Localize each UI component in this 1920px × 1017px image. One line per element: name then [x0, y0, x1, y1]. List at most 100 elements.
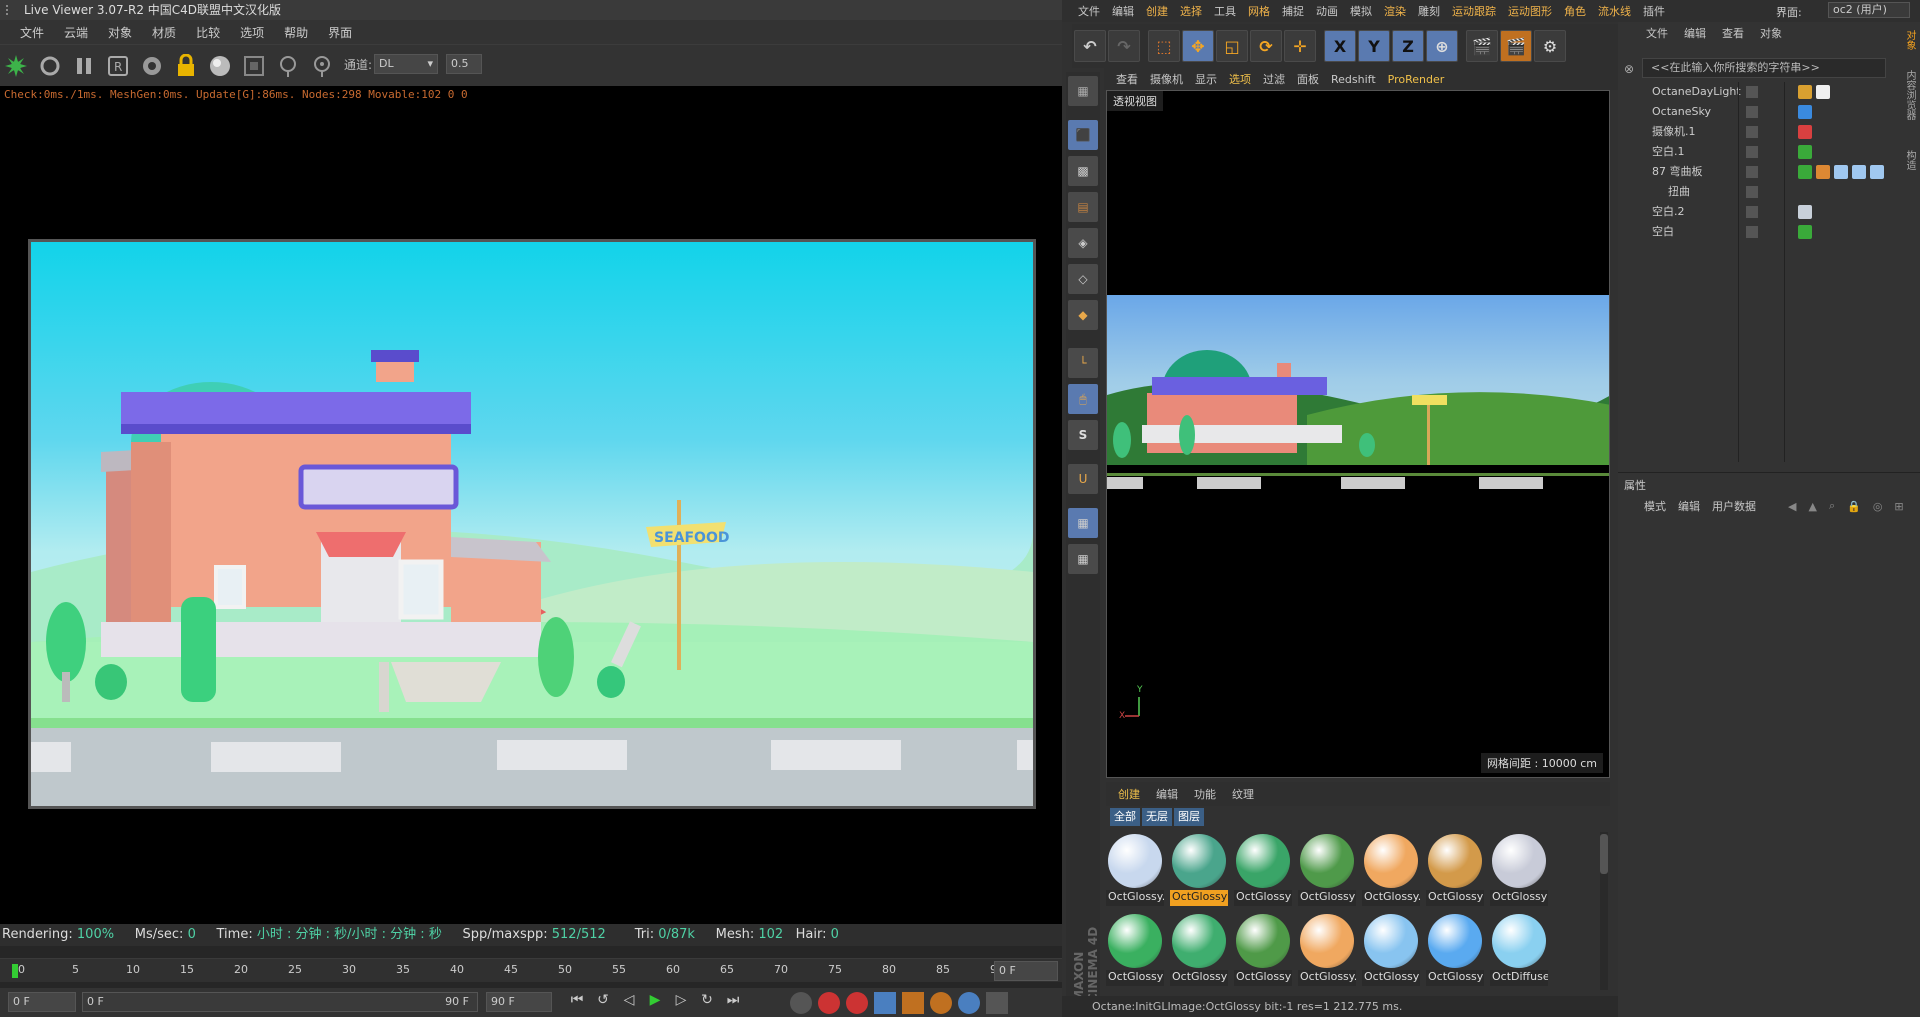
- object-row[interactable]: 摄像机.1: [1618, 122, 1920, 142]
- focus-pin-icon[interactable]: [310, 54, 334, 78]
- side-tab-structure[interactable]: 构造: [1902, 150, 1917, 190]
- settings-gear-icon[interactable]: [140, 54, 164, 78]
- material-swatch[interactable]: OctDiffuse: [1490, 912, 1548, 988]
- motion-record-icon[interactable]: [790, 992, 812, 1014]
- attr-menu-edit[interactable]: 编辑: [1672, 498, 1706, 514]
- visibility-toggle-icon[interactable]: [1746, 126, 1758, 138]
- redo-icon[interactable]: ↷: [1108, 30, 1140, 62]
- filter-no-layer-tab[interactable]: 无层: [1142, 808, 1172, 826]
- om-menu-file[interactable]: 文件: [1638, 25, 1676, 41]
- layout-select[interactable]: oc2 (用户): [1828, 2, 1910, 18]
- step-forward-icon[interactable]: ▷: [670, 992, 692, 1014]
- c4d-menu-sculpt[interactable]: 雕刻: [1412, 3, 1446, 19]
- material-ball-icon[interactable]: [208, 54, 232, 78]
- x-axis-button[interactable]: X: [1324, 30, 1356, 62]
- scale-tool-icon[interactable]: ◱: [1216, 30, 1248, 62]
- texture-mode-icon[interactable]: ▩: [1068, 156, 1098, 186]
- om-menu-view[interactable]: 查看: [1714, 25, 1752, 41]
- goto-start-icon[interactable]: ⏮: [566, 992, 588, 1014]
- lock-icon[interactable]: [174, 53, 198, 78]
- record-key-icon[interactable]: [818, 992, 840, 1014]
- material-swatch[interactable]: OctGlossy.: [1362, 832, 1420, 908]
- frame-icon[interactable]: [242, 54, 266, 78]
- c4d-menu-file[interactable]: 文件: [1072, 3, 1106, 19]
- lv-menu-material[interactable]: 材质: [144, 24, 184, 41]
- object-tag-icon[interactable]: [1798, 125, 1812, 139]
- c4d-menu-pipeline[interactable]: 流水线: [1592, 3, 1637, 19]
- vp-menu-options[interactable]: 选项: [1223, 71, 1257, 87]
- material-swatch[interactable]: OctGlossy: [1298, 832, 1356, 908]
- object-row[interactable]: OctaneDayLight: [1618, 82, 1920, 102]
- target-icon[interactable]: ◎: [1867, 500, 1889, 513]
- c4d-menu-mograph[interactable]: 运动图形: [1502, 3, 1558, 19]
- visibility-toggle-icon[interactable]: [1746, 86, 1758, 98]
- material-swatch[interactable]: OctGlossy: [1490, 832, 1548, 908]
- object-tag-icon[interactable]: [1798, 205, 1812, 219]
- workplane-lock-icon[interactable]: ▦: [1068, 508, 1098, 538]
- object-row[interactable]: 87 弯曲板: [1618, 162, 1920, 182]
- channel-select[interactable]: DL ▾: [374, 54, 438, 74]
- vp-menu-redshift[interactable]: Redshift: [1325, 73, 1382, 86]
- material-swatch[interactable]: OctGlossy: [1426, 832, 1484, 908]
- filter-all-tab[interactable]: 全部: [1110, 808, 1140, 826]
- end-frame-field[interactable]: 90 F: [486, 992, 552, 1012]
- visibility-toggle-icon[interactable]: [1746, 146, 1758, 158]
- z-axis-button[interactable]: Z: [1392, 30, 1424, 62]
- region-render-icon[interactable]: R: [106, 54, 130, 78]
- lv-menu-object[interactable]: 对象: [100, 24, 140, 41]
- polygons-mode-icon[interactable]: ◆: [1068, 300, 1098, 330]
- restart-icon[interactable]: [38, 54, 62, 78]
- c4d-menu-mesh[interactable]: 网格: [1242, 3, 1276, 19]
- object-tag-icon[interactable]: [1798, 145, 1812, 159]
- pause-icon[interactable]: [72, 54, 96, 78]
- lv-menu-interface[interactable]: 界面: [320, 24, 360, 41]
- grid-snap-icon[interactable]: ▦: [1068, 544, 1098, 574]
- attr-menu-user-data[interactable]: 用户数据: [1706, 498, 1762, 514]
- render-settings-icon[interactable]: ⚙: [1534, 30, 1566, 62]
- c4d-menu-motion-tracking[interactable]: 运动跟踪: [1446, 3, 1502, 19]
- goto-end-icon[interactable]: ⏭: [722, 992, 744, 1014]
- om-menu-objects[interactable]: 对象: [1752, 25, 1790, 41]
- object-tag-icon[interactable]: [1798, 105, 1812, 119]
- c4d-menu-character[interactable]: 角色: [1558, 3, 1592, 19]
- make-editable-icon[interactable]: ▦: [1068, 76, 1098, 106]
- vp-menu-display[interactable]: 显示: [1189, 71, 1223, 87]
- visibility-toggle-icon[interactable]: [1746, 226, 1758, 238]
- vp-menu-panel[interactable]: 面板: [1291, 71, 1325, 87]
- frame-range-slider[interactable]: 0 F 90 F: [82, 992, 478, 1012]
- mat-menu-edit[interactable]: 编辑: [1150, 786, 1184, 802]
- material-swatch[interactable]: OctGlossy: [1426, 912, 1484, 988]
- object-tag-icon[interactable]: [1798, 85, 1812, 99]
- last-tool-icon[interactable]: ✛: [1284, 30, 1316, 62]
- c4d-menu-plugins[interactable]: 插件: [1637, 3, 1671, 19]
- object-tag-icon[interactable]: [1816, 165, 1830, 179]
- c4d-menu-select[interactable]: 选择: [1174, 3, 1208, 19]
- om-menu-edit[interactable]: 编辑: [1676, 25, 1714, 41]
- vp-menu-cameras[interactable]: 摄像机: [1144, 71, 1189, 87]
- object-row[interactable]: 扭曲: [1618, 182, 1920, 202]
- new-window-icon[interactable]: ⊞: [1888, 500, 1909, 513]
- lv-menu-cloud[interactable]: 云端: [56, 24, 96, 41]
- lv-menu-file[interactable]: 文件: [12, 24, 52, 41]
- tweak-mode-icon[interactable]: 🖱: [1068, 384, 1098, 414]
- material-swatch[interactable]: OctGlossy: [1106, 912, 1164, 988]
- octane-logo-icon[interactable]: [4, 54, 28, 78]
- vp-menu-prorender[interactable]: ProRender: [1382, 73, 1451, 86]
- render-picture-viewer-icon[interactable]: 🎬: [1500, 30, 1532, 62]
- visibility-toggle-icon[interactable]: [1746, 106, 1758, 118]
- snap-magnet-icon[interactable]: U: [1068, 464, 1098, 494]
- undo-icon[interactable]: ↶: [1074, 30, 1106, 62]
- rotate-tool-icon[interactable]: ⟳: [1250, 30, 1282, 62]
- channel-param-field[interactable]: 0.5: [446, 54, 482, 74]
- y-axis-button[interactable]: Y: [1358, 30, 1390, 62]
- lock-icon[interactable]: 🔒: [1841, 500, 1867, 513]
- mat-menu-create[interactable]: 创建: [1112, 786, 1146, 802]
- rotate-key-icon[interactable]: [930, 992, 952, 1014]
- move-tool-icon[interactable]: ✥: [1182, 30, 1214, 62]
- object-tag-icon[interactable]: [1870, 165, 1884, 179]
- axis-mode-icon[interactable]: └: [1068, 348, 1098, 378]
- mat-menu-function[interactable]: 功能: [1188, 786, 1222, 802]
- live-viewer-canvas[interactable]: Check:0ms./1ms. MeshGen:0ms. Update[G]:8…: [0, 86, 1062, 924]
- visibility-toggle-icon[interactable]: [1746, 166, 1758, 178]
- perspective-viewport[interactable]: 透视视图 Y X 网格间距: 10000 cm: [1106, 90, 1610, 778]
